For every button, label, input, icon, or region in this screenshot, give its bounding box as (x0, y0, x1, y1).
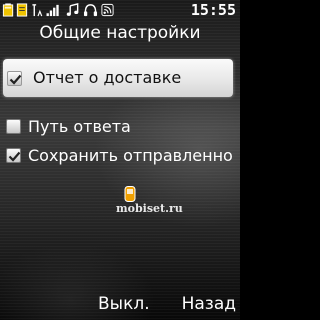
option-label: Путь ответа (28, 117, 131, 136)
signal-icon (32, 4, 43, 17)
signal-bars-icon (46, 4, 59, 17)
softkey-bar: Выкл. Назад (0, 290, 240, 320)
checkmark-icon (9, 74, 22, 85)
option-label: Отчет о доставке (33, 68, 182, 87)
checkbox[interactable] (6, 119, 21, 134)
music-icon (66, 3, 79, 16)
option-delivery-report[interactable]: Отчет о доставке (3, 59, 233, 97)
checkmark-icon (8, 151, 21, 162)
phone-screen: 15:55 Общие настройки Отчет о доставке П… (0, 0, 240, 320)
watermark-text: mobiset.ru (116, 202, 183, 215)
screen-title: Общие настройки (39, 23, 201, 43)
battery-icon (2, 3, 14, 17)
rss-icon (101, 3, 114, 17)
headset-icon (83, 4, 98, 17)
message-icon (16, 3, 28, 17)
checkbox[interactable] (6, 148, 21, 163)
option-reply-path[interactable]: Путь ответа (0, 113, 240, 141)
status-bar: 15:55 (0, 0, 240, 20)
option-label: Сохранить отправленно (28, 146, 233, 165)
option-save-sent[interactable]: Сохранить отправленно (0, 142, 240, 170)
back-softkey[interactable]: Назад (182, 294, 236, 314)
checkbox[interactable] (7, 71, 22, 86)
clock: 15:55 (190, 1, 236, 19)
off-softkey[interactable]: Выкл. (98, 294, 150, 314)
mobiset-logo-icon (124, 186, 136, 202)
